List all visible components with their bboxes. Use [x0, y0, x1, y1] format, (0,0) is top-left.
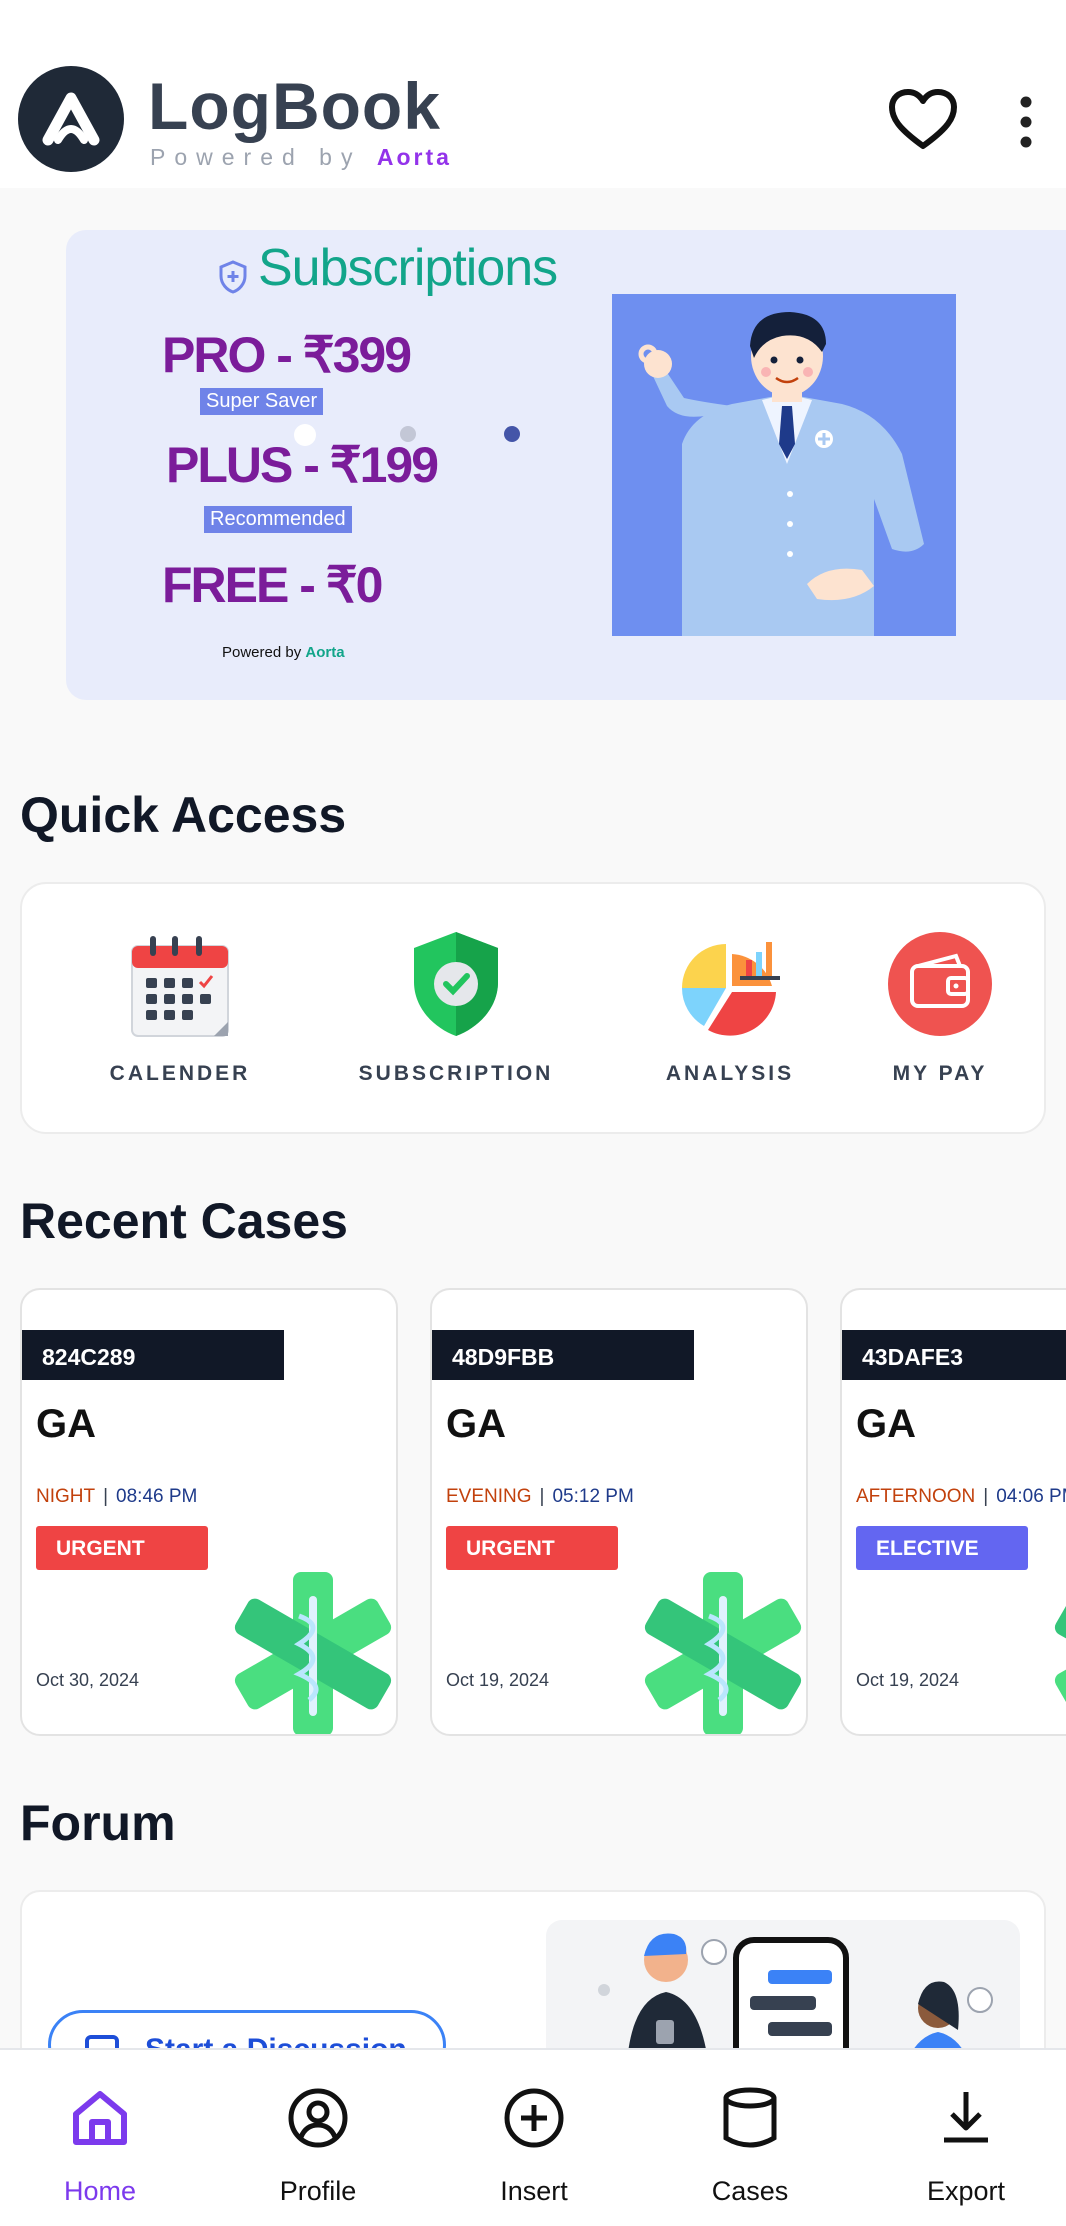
case-shift-time: AFTERNOON|04:06 PM [856, 1486, 1066, 1507]
app-title: LogBook [148, 69, 441, 143]
download-icon [934, 2086, 998, 2150]
nav-home-label: Home [63, 2176, 137, 2206]
carousel-dot-1[interactable] [294, 424, 316, 446]
nav-insert-label: Insert [500, 2176, 568, 2206]
case-date: Oct 30, 2024 [36, 1670, 140, 1690]
medical-star-icon [1048, 1568, 1066, 1734]
case-card[interactable]: 48D9FBB GA EVENING | 05:12 PM URGENT Oct 1… [430, 1288, 808, 1736]
bottom-navigation: Home Profile Insert Cases Export [0, 2048, 1066, 2226]
quick-access-card: CALENDER SUBSCRIPTION ANALYSIS MY PAY [20, 882, 1046, 1134]
nav-cases[interactable]: Cases [650, 2050, 850, 2226]
case-id: 48D9FBB [432, 1330, 694, 1380]
calendar-label: CALENDER [109, 1062, 251, 1085]
my-pay-label: MY PAY [892, 1062, 988, 1085]
plan-free-price: FREE - ₹0 [162, 557, 383, 613]
quick-access-subscription[interactable]: SUBSCRIPTION [346, 884, 566, 1136]
logbook-logo-icon [18, 66, 124, 172]
plan-pro-tag: Super Saver [200, 388, 324, 415]
forum-title: Forum [20, 1795, 176, 1851]
case-date: Oct 19, 2024 [446, 1670, 550, 1690]
shield-check-icon [400, 928, 512, 1040]
nav-cases-label: Cases [711, 2176, 789, 2206]
banner-title: Subscriptions [258, 239, 558, 297]
app-header: LogBook Powered by Aorta [0, 0, 1066, 188]
case-type: GA [446, 1402, 506, 1446]
recent-cases-title: Recent Cases [20, 1193, 348, 1249]
profile-icon [286, 2086, 350, 2150]
case-card[interactable]: 824C289 GA NIGHT | 08:46 PM URGENT Oct 30,… [20, 1288, 398, 1736]
plan-pro-price: PRO - ₹399 [162, 327, 412, 383]
shield-plus-icon [218, 260, 248, 294]
case-priority-badge: ELECTIVE [856, 1526, 1028, 1570]
subscription-banner[interactable]: Subscriptions PRO - ₹399 Super Saver PLU… [66, 230, 1066, 700]
database-icon [718, 2086, 782, 2150]
banner-powered-by: Powered by Aorta [222, 644, 345, 661]
pie-chart-icon [674, 928, 786, 1040]
case-type: GA [36, 1402, 96, 1446]
quick-access-my-pay[interactable]: MY PAY [840, 884, 1040, 1136]
case-date: Oct 19, 2024 [856, 1670, 960, 1690]
brand-name: Aorta [376, 144, 452, 170]
medical-star-icon [638, 1568, 806, 1734]
carousel-dot-3[interactable] [504, 426, 520, 442]
case-priority-badge: URGENT [36, 1526, 208, 1570]
subscription-label: SUBSCRIPTION [358, 1062, 554, 1085]
carousel-dot-2[interactable] [400, 426, 416, 442]
case-id: 824C289 [22, 1330, 284, 1380]
case-shift-time: EVENING | 05:12 PM [446, 1486, 634, 1507]
favorites-heart-icon[interactable] [888, 88, 958, 152]
plan-plus-tag: Recommended [204, 506, 352, 533]
quick-access-title: Quick Access [20, 787, 347, 843]
case-shift-time: NIGHT | 08:46 PM [36, 1486, 198, 1507]
calendar-icon [124, 928, 236, 1040]
powered-by-text: Powered by Aorta [150, 144, 452, 170]
nav-home[interactable]: Home [0, 2050, 200, 2226]
more-options-icon[interactable] [1010, 92, 1042, 152]
wallet-icon [884, 928, 996, 1040]
nav-profile[interactable]: Profile [218, 2050, 418, 2226]
home-screen: LogBook Powered by Aorta Subscriptions P… [0, 0, 1066, 2226]
home-icon [68, 2086, 132, 2150]
doctor-illustration [612, 294, 956, 636]
nav-export-label: Export [926, 2176, 1006, 2206]
case-id: 43DAFE3 [842, 1330, 1066, 1380]
quick-access-calendar[interactable]: CALENDER [70, 884, 290, 1136]
plus-circle-icon [502, 2086, 566, 2150]
case-card[interactable]: 43DAFE3 GA AFTERNOON|04:06 PM ELECTIVE O… [840, 1288, 1066, 1736]
medical-star-icon [228, 1568, 396, 1734]
nav-profile-label: Profile [279, 2176, 357, 2206]
nav-export[interactable]: Export [866, 2050, 1066, 2226]
nav-insert[interactable]: Insert [434, 2050, 634, 2226]
case-priority-badge: URGENT [446, 1526, 618, 1570]
analysis-label: ANALYSIS [665, 1062, 795, 1085]
case-type: GA [856, 1402, 916, 1446]
quick-access-analysis[interactable]: ANALYSIS [620, 884, 840, 1136]
